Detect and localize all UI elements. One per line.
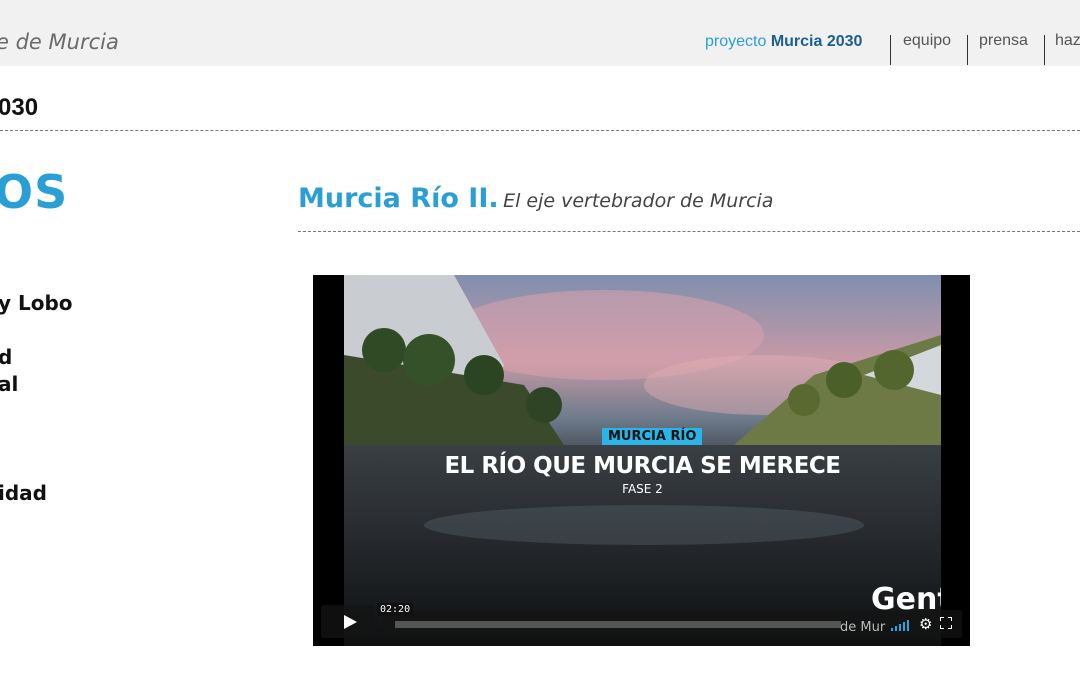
nav-separator [890,35,891,65]
video-timecode: 02:20 [377,603,414,616]
fullscreen-icon[interactable] [939,616,953,630]
play-icon [344,615,357,629]
video-badge: MURCIA RÍO [602,428,703,445]
video-headline: EL RÍO QUE MURCIA SE MERECE [444,453,841,479]
nav-separator [967,35,968,65]
top-bar: e de Murcia proyecto Murcia 2030 equipo … [0,0,1080,66]
nav-proyecto-link[interactable]: proyecto Murcia 2030 [705,33,862,51]
video-progress-bar[interactable] [395,621,841,628]
nav-equipo-link[interactable]: equipo [903,32,951,50]
nav-prensa-link[interactable]: prensa [979,32,1028,50]
section-title: 030 [0,94,39,121]
settings-icon[interactable]: ⚙ [919,615,932,633]
video-player[interactable]: MURCIA RÍO EL RÍO QUE MURCIA SE MERECE F… [313,275,970,646]
play-button[interactable] [321,605,375,638]
nav-proyecto-name: Murcia 2030 [770,33,863,50]
site-tagline[interactable]: e de Murcia [0,30,119,54]
sidebar-item[interactable]: idad [0,481,47,505]
sidebar-item[interactable]: al [0,372,18,396]
nav-proyecto-prefix: proyecto [705,33,767,50]
divider [298,231,1080,232]
nav-haz-link[interactable]: haz [1055,32,1080,50]
article-title-main: Murcia Río II. [298,183,499,214]
video-watermark-sub: de Mur [840,620,886,635]
video-frame: MURCIA RÍO EL RÍO QUE MURCIA SE MERECE F… [344,275,941,646]
divider [0,130,1080,131]
article-title: Murcia Río II. El eje vertebrador de Mur… [298,183,773,214]
sidebar-heading: OS [0,165,69,219]
article-title-subtitle: El eje vertebrador de Murcia [503,190,774,212]
sidebar-item[interactable]: y Lobo [0,291,73,315]
volume-icon[interactable] [891,618,911,631]
sidebar-item[interactable]: d [0,345,12,369]
nav-separator [1044,35,1045,65]
video-subline: FASE 2 [622,482,663,496]
